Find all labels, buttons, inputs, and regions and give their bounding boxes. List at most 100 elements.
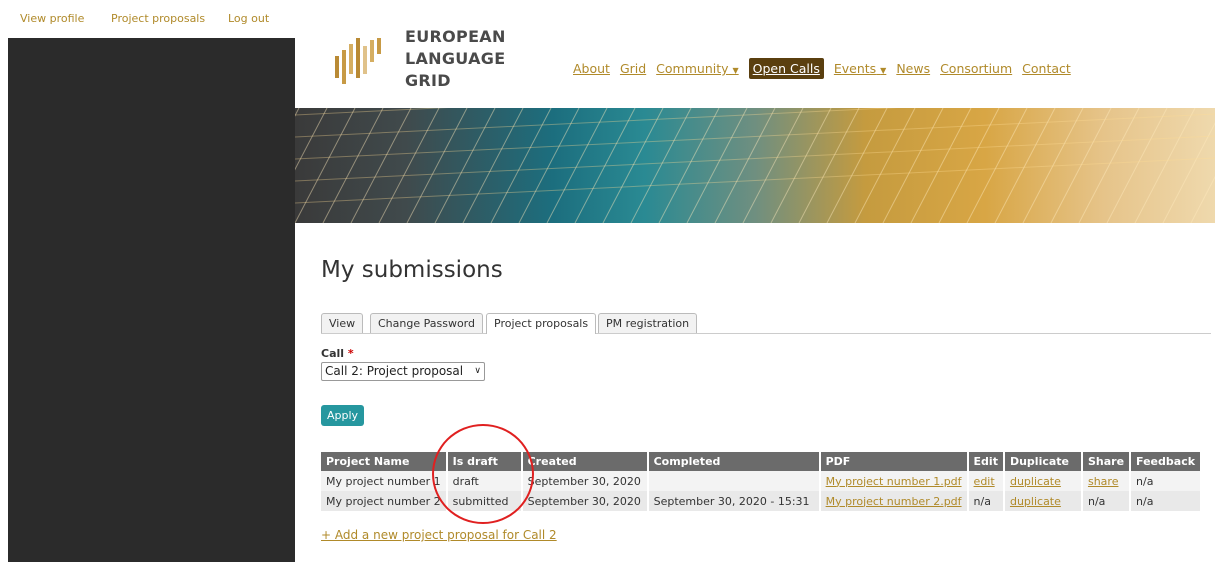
- cell-feedback: n/a: [1130, 491, 1203, 511]
- banner-stripe: [910, 108, 972, 223]
- log-out-link[interactable]: Log out: [228, 12, 269, 25]
- banner-stripe: [406, 108, 468, 223]
- logo-line-3: GRID: [405, 71, 451, 90]
- share-link[interactable]: share: [1088, 475, 1119, 488]
- apply-button[interactable]: Apply: [321, 405, 364, 426]
- pdf-link[interactable]: My project number 2.pdf: [826, 495, 962, 508]
- call-field-label: Call *: [321, 347, 354, 360]
- call-label-text: Call: [321, 347, 345, 360]
- nav-grid[interactable]: Grid: [620, 61, 646, 76]
- tab-change-password[interactable]: Change Password: [370, 313, 483, 333]
- call-select-value: Call 2: Project proposal: [325, 364, 464, 378]
- cell-completed: [647, 471, 821, 491]
- nav-events[interactable]: Events ▼: [834, 61, 886, 76]
- banner-stripe: [295, 157, 1215, 204]
- logo-line-2: LANGUAGE: [405, 49, 506, 68]
- cell-project-name: My project number 1: [321, 471, 448, 491]
- nav-community[interactable]: Community ▼: [656, 61, 739, 76]
- tab-bar: View Change Password Project proposals P…: [321, 313, 1211, 334]
- banner-stripe: [1190, 175, 1215, 223]
- banner-stripe: [434, 108, 496, 223]
- logo-wordmark[interactable]: EUROPEAN LANGUAGE GRID: [405, 26, 506, 92]
- tab-pm-registration[interactable]: PM registration: [598, 313, 698, 333]
- banner-stripe: [630, 108, 692, 223]
- pdf-link[interactable]: My project number 1.pdf: [826, 475, 962, 488]
- banner-stripe: [742, 108, 804, 223]
- tab-project-proposals[interactable]: Project proposals: [486, 313, 597, 334]
- tab-view[interactable]: View: [321, 313, 364, 333]
- column-header-feedback: Feedback: [1130, 452, 1203, 471]
- cell-is-draft: draft: [446, 471, 523, 491]
- admin-toolbar: View profile Project proposals Log out: [0, 0, 1215, 38]
- banner-stripe: [882, 108, 944, 223]
- table-row: My project number 2 submitted September …: [321, 491, 1203, 511]
- banner-stripe: [295, 113, 1215, 160]
- nav-news[interactable]: News: [896, 61, 930, 76]
- banner-stripe: [1162, 122, 1215, 223]
- cell-share: n/a: [1081, 491, 1132, 511]
- duplicate-link[interactable]: duplicate: [1010, 475, 1061, 488]
- banner-stripe: [658, 108, 720, 223]
- chevron-down-icon: ▼: [880, 66, 887, 75]
- nav-about[interactable]: About: [573, 61, 610, 76]
- banner-stripe: [378, 108, 440, 223]
- column-header-pdf: PDF: [819, 452, 969, 471]
- banner-stripe: [798, 108, 860, 223]
- page-title: My submissions: [321, 257, 503, 283]
- chevron-down-icon: ▼: [732, 66, 739, 75]
- add-project-proposal-link[interactable]: + Add a new project proposal for Call 2: [321, 528, 557, 542]
- submissions-table: Project Name Is draft Created Completed …: [321, 452, 1203, 511]
- table-row: My project number 1 draft September 30, …: [321, 471, 1203, 491]
- left-dark-panel: [8, 38, 295, 562]
- banner-stripe: [322, 108, 384, 223]
- cell-project-name: My project number 2: [321, 491, 448, 511]
- cell-pdf: My project number 2.pdf: [819, 491, 969, 511]
- banner-stripe: [295, 108, 328, 171]
- banner-stripe: [295, 108, 449, 116]
- logo-line-1: EUROPEAN: [405, 27, 506, 46]
- cell-share: share: [1081, 471, 1132, 491]
- cell-created: September 30, 2020: [521, 491, 649, 511]
- call-select[interactable]: Call 2: Project proposal ∨: [321, 362, 485, 381]
- elg-logo-icon[interactable]: [333, 38, 385, 93]
- cell-completed: September 30, 2020 - 15:31: [647, 491, 821, 511]
- cell-feedback: n/a: [1130, 471, 1203, 491]
- nav-events-label: Events: [833, 61, 877, 76]
- nav-open-calls[interactable]: Open Calls: [748, 58, 824, 79]
- site-header: EUROPEAN LANGUAGE GRID About Grid Commun…: [295, 27, 1215, 108]
- banner-line-pattern: [295, 108, 1215, 223]
- banner-stripe: [295, 108, 356, 223]
- banner-stripe: [295, 108, 899, 138]
- cell-created: September 30, 2020: [521, 471, 649, 491]
- nav-consortium[interactable]: Consortium: [940, 61, 1012, 76]
- table-header-row: Project Name Is draft Created Completed …: [321, 452, 1203, 471]
- nav-contact[interactable]: Contact: [1022, 61, 1071, 76]
- nav-community-label: Community: [656, 61, 729, 76]
- banner-stripe: [462, 108, 524, 223]
- project-proposals-link[interactable]: Project proposals: [111, 12, 205, 25]
- chevron-down-icon: ∨: [474, 366, 481, 376]
- cell-duplicate: duplicate: [1003, 491, 1083, 511]
- column-header-is-draft[interactable]: Is draft: [446, 452, 523, 471]
- cell-is-draft: submitted: [446, 491, 523, 511]
- column-header-share: Share: [1081, 452, 1132, 471]
- banner-stripe: [350, 108, 412, 223]
- edit-link[interactable]: edit: [974, 475, 995, 488]
- banner-stripe: [714, 108, 776, 223]
- banner-stripe: [295, 135, 1215, 182]
- banner-stripe: [1134, 108, 1196, 223]
- hero-banner: [295, 108, 1215, 223]
- column-header-completed[interactable]: Completed: [647, 452, 821, 471]
- column-header-duplicate: Duplicate: [1003, 452, 1083, 471]
- view-profile-link[interactable]: View profile: [20, 12, 84, 25]
- required-marker: *: [347, 347, 354, 360]
- cell-edit: n/a: [967, 491, 1005, 511]
- banner-stripe: [686, 108, 748, 223]
- column-header-project-name[interactable]: Project Name: [321, 452, 448, 471]
- column-header-created[interactable]: Created: [521, 452, 649, 471]
- duplicate-link[interactable]: duplicate: [1010, 495, 1061, 508]
- banner-stripe: [1106, 108, 1168, 223]
- banner-stripe: [994, 108, 1056, 223]
- column-header-edit: Edit: [967, 452, 1005, 471]
- cell-edit: edit: [967, 471, 1005, 491]
